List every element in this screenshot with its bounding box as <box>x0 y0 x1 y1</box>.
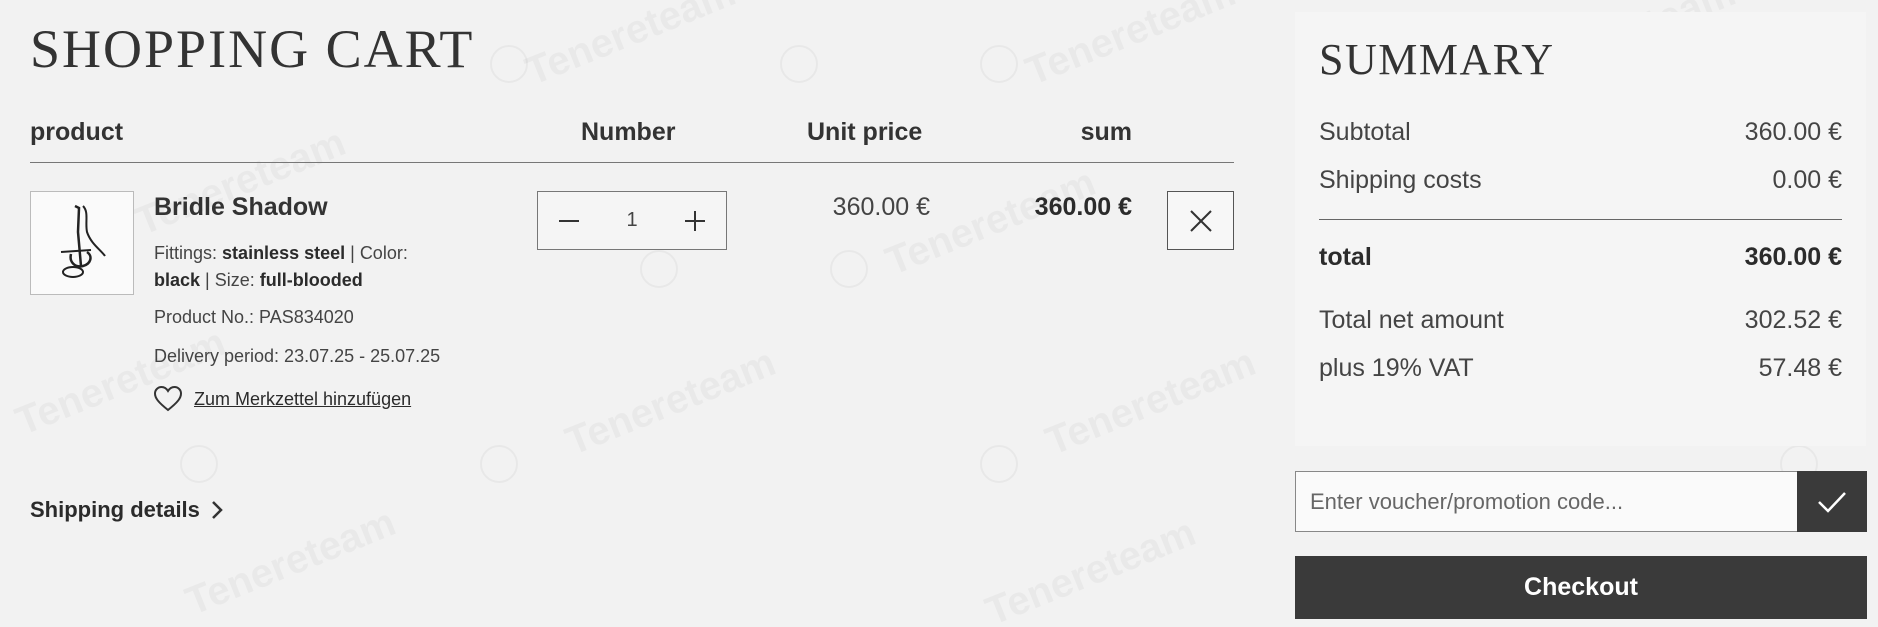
size-label: Size: <box>214 270 255 290</box>
product-thumbnail[interactable] <box>30 191 134 295</box>
watermark-text: Tenereteam <box>10 320 232 445</box>
summary-divider <box>1319 219 1842 220</box>
watermark-logo <box>490 45 528 83</box>
watermark-logo <box>830 250 868 288</box>
apply-voucher-button[interactable] <box>1797 471 1867 532</box>
summary-title: SUMMARY <box>1319 35 1555 84</box>
page-title: SHOPPING CART <box>30 19 475 79</box>
watermark-logo <box>180 445 218 483</box>
minus-icon <box>559 219 579 222</box>
column-header-sum: sum <box>1080 118 1132 146</box>
column-header-number: Number <box>581 118 676 146</box>
watermark-text: Tenereteam <box>130 120 352 245</box>
net-amount-row: Total net amount 302.52 € <box>1319 306 1842 335</box>
net-amount-label: Total net amount <box>1319 306 1504 334</box>
net-amount-value: 302.52 € <box>1744 306 1842 334</box>
subtotal-value: 360.00 € <box>1744 118 1842 146</box>
watermark-logo <box>480 445 518 483</box>
chevron-right-icon <box>212 501 223 519</box>
watermark-logo <box>980 45 1018 83</box>
heart-icon <box>154 386 182 412</box>
total-row: total 360.00 € <box>1319 243 1842 272</box>
shipping-costs-label: Shipping costs <box>1319 166 1482 194</box>
close-icon <box>1189 209 1212 232</box>
column-header-unit-price: Unit price <box>807 118 923 146</box>
line-sum: 360.00 € <box>1034 193 1132 221</box>
watermark-logo <box>780 45 818 83</box>
voucher-form <box>1295 471 1867 532</box>
delivery-period: Delivery period: 23.07.25 - 25.07.25 <box>154 346 441 366</box>
quantity-value[interactable]: 1 <box>600 209 664 232</box>
total-value: 360.00 € <box>1744 243 1842 271</box>
wishlist-link[interactable]: Zum Merkzettel hinzufügen <box>154 386 411 412</box>
shipping-details-label: Shipping details <box>30 497 200 522</box>
product-name[interactable]: Bridle Shadow <box>154 193 328 222</box>
table-header-divider <box>30 162 1234 163</box>
total-label: total <box>1319 243 1372 271</box>
column-header-product: product <box>30 118 124 146</box>
fittings-label: Fittings: <box>154 243 218 263</box>
vat-label: plus 19% VAT <box>1319 354 1474 382</box>
watermark-text: Tenereteam <box>1020 0 1242 95</box>
watermark-logo <box>980 445 1018 483</box>
watermark-text: Tenereteam <box>880 160 1102 285</box>
subtotal-label: Subtotal <box>1319 118 1411 146</box>
subtotal-row: Subtotal 360.00 € <box>1319 118 1842 147</box>
shipping-costs-value: 0.00 € <box>1772 166 1842 194</box>
shipping-details-toggle[interactable]: Shipping details <box>30 497 224 523</box>
vat-row: plus 19% VAT 57.48 € <box>1319 354 1842 383</box>
fittings-value: stainless steel <box>222 243 346 263</box>
decrement-button[interactable] <box>538 192 600 249</box>
product-attributes: Fittings: stainless steel | Color: black… <box>154 243 408 290</box>
voucher-input[interactable] <box>1295 471 1797 532</box>
increment-button[interactable] <box>664 192 726 249</box>
checkmark-icon <box>1818 491 1846 513</box>
bridle-image <box>60 204 106 278</box>
product-number: Product No.: PAS834020 <box>154 307 354 327</box>
wishlist-label[interactable]: Zum Merkzettel hinzufügen <box>194 389 411 410</box>
watermark-text: Tenereteam <box>1040 340 1262 465</box>
vat-value: 57.48 € <box>1758 354 1842 382</box>
size-value: full-blooded <box>259 270 363 290</box>
remove-item-button[interactable] <box>1167 191 1234 250</box>
watermark-text: Tenereteam <box>520 0 742 95</box>
order-summary: SUMMARY Subtotal 360.00 € Shipping costs… <box>1295 12 1866 446</box>
watermark-text: Tenereteam <box>560 340 782 465</box>
watermark-text: Tenereteam <box>980 510 1202 627</box>
color-value: black <box>154 270 201 290</box>
color-label: Color: <box>359 243 408 263</box>
unit-price: 360.00 € <box>832 193 930 221</box>
shipping-costs-row: Shipping costs 0.00 € <box>1319 166 1842 195</box>
plus-icon <box>685 210 705 231</box>
checkout-button[interactable]: Checkout <box>1295 556 1867 619</box>
quantity-stepper[interactable]: 1 <box>537 191 727 250</box>
watermark-logo <box>640 250 678 288</box>
